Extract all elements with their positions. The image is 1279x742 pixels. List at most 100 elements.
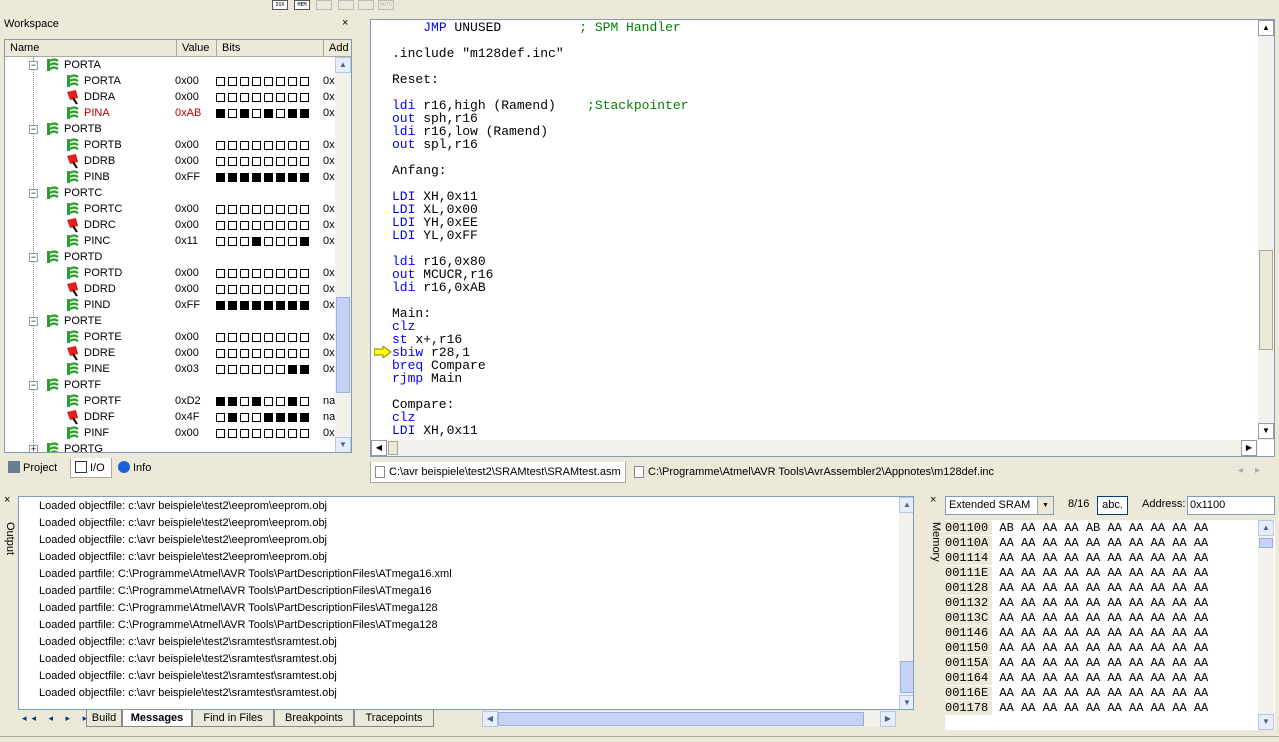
bit-checkbox[interactable] <box>264 141 273 150</box>
bit-checkbox[interactable] <box>288 221 297 230</box>
memory-width-toggle[interactable]: 8/16 <box>1068 498 1089 510</box>
bit-checkbox[interactable] <box>276 205 285 214</box>
bit-checkbox[interactable] <box>264 429 273 438</box>
bit-checkbox[interactable] <box>216 397 225 406</box>
bit-checkbox[interactable] <box>252 237 261 246</box>
bit-checkbox[interactable] <box>264 397 273 406</box>
bit-checkbox[interactable] <box>300 157 309 166</box>
tab-m128def-inc[interactable]: C:\Programme\Atmel\AVR Tools\AvrAssemble… <box>630 462 1000 483</box>
bit-checkbox[interactable] <box>276 285 285 294</box>
tab-find-in-files[interactable]: Find in Files <box>192 710 274 727</box>
bit-checkbox[interactable] <box>288 301 297 310</box>
bit-checkbox[interactable] <box>252 141 261 150</box>
bit-checkbox[interactable] <box>264 77 273 86</box>
io-register-portc[interactable]: PORTC 0x00 0x <box>5 201 335 217</box>
bit-checkbox[interactable] <box>228 157 237 166</box>
io-group-porte[interactable]: − PORTE <box>5 313 335 329</box>
io-register-ddrb[interactable]: DDRB 0x00 0x <box>5 153 335 169</box>
bit-checkbox[interactable] <box>240 333 249 342</box>
bit-checkbox[interactable] <box>216 109 225 118</box>
output-horizontal-scrollbar[interactable]: ◀ ▶ <box>482 711 896 727</box>
bit-checkbox[interactable] <box>240 205 249 214</box>
io-group-portd[interactable]: − PORTD <box>5 249 335 265</box>
bit-checkbox[interactable] <box>288 397 297 406</box>
bit-checkbox[interactable] <box>300 93 309 102</box>
io-register-ddrf[interactable]: DDRF 0x4F na <box>5 409 335 425</box>
bit-checkbox[interactable] <box>276 429 285 438</box>
bit-checkbox[interactable] <box>216 237 225 246</box>
bit-checkbox[interactable] <box>288 205 297 214</box>
bit-checkbox[interactable] <box>264 205 273 214</box>
tab-scroll-left-icon[interactable]: ◂ <box>1238 465 1243 476</box>
bit-checkbox[interactable] <box>228 429 237 438</box>
collapse-icon[interactable]: − <box>29 253 38 262</box>
bit-checkbox[interactable] <box>276 333 285 342</box>
bit-checkbox[interactable] <box>240 301 249 310</box>
memory-address-input[interactable]: 0x1100 <box>1187 496 1275 515</box>
tab-messages[interactable]: Messages <box>122 710 192 727</box>
bit-checkbox[interactable] <box>240 157 249 166</box>
io-register-portb[interactable]: PORTB 0x00 0x <box>5 137 335 153</box>
bit-checkbox[interactable] <box>240 221 249 230</box>
bit-checkbox[interactable] <box>228 205 237 214</box>
bit-checkbox[interactable] <box>288 413 297 422</box>
processor-icon[interactable] <box>316 0 332 10</box>
collapse-icon[interactable]: − <box>29 125 38 134</box>
bit-checkbox[interactable] <box>252 269 261 278</box>
io-register-portd[interactable]: PORTD 0x00 0x <box>5 265 335 281</box>
io-register-pinb[interactable]: PINB 0xFF 0x <box>5 169 335 185</box>
bit-checkbox[interactable] <box>252 77 261 86</box>
editor-scroll-down-icon[interactable]: ▼ <box>1258 423 1274 439</box>
io-group-portb[interactable]: − PORTB <box>5 121 335 137</box>
bit-checkbox[interactable] <box>240 349 249 358</box>
bit-checkbox[interactable] <box>216 301 225 310</box>
bit-checkbox[interactable] <box>252 349 261 358</box>
bit-checkbox[interactable] <box>240 365 249 374</box>
bit-checkbox[interactable] <box>240 285 249 294</box>
tab-breakpoints[interactable]: Breakpoints <box>274 710 354 727</box>
bit-checkbox[interactable] <box>276 157 285 166</box>
bit-checkbox[interactable] <box>240 237 249 246</box>
bit-checkbox[interactable] <box>252 157 261 166</box>
editor-scroll-thumb[interactable] <box>1259 250 1273 350</box>
bit-checkbox[interactable] <box>240 429 249 438</box>
bit-checkbox[interactable] <box>216 77 225 86</box>
bit-checkbox[interactable] <box>264 221 273 230</box>
bit-checkbox[interactable] <box>216 157 225 166</box>
bit-checkbox[interactable] <box>252 429 261 438</box>
bit-checkbox[interactable] <box>300 77 309 86</box>
bit-checkbox[interactable] <box>216 269 225 278</box>
bit-checkbox[interactable] <box>228 237 237 246</box>
tab-io[interactable]: I/O <box>70 458 112 478</box>
scroll-down-icon[interactable]: ▼ <box>335 437 351 452</box>
bit-checkbox[interactable] <box>264 269 273 278</box>
bit-checkbox[interactable] <box>288 365 297 374</box>
bit-checkbox[interactable] <box>228 301 237 310</box>
bit-checkbox[interactable] <box>252 365 261 374</box>
bit-checkbox[interactable] <box>216 141 225 150</box>
memory-dump[interactable]: 001100 AB AA AA AA AB AA AA AA AA AA 0011… <box>945 520 1275 730</box>
chevron-down-icon[interactable]: ▼ <box>1037 497 1053 514</box>
column-value[interactable]: Value <box>177 40 217 57</box>
bit-checkbox[interactable] <box>264 365 273 374</box>
bit-checkbox[interactable] <box>264 349 273 358</box>
bit-checkbox[interactable] <box>264 301 273 310</box>
memory-close-icon[interactable]: × <box>930 494 936 506</box>
io-register-portf[interactable]: PORTF 0xD2 na <box>5 393 335 409</box>
bit-checkbox[interactable] <box>288 77 297 86</box>
bit-checkbox[interactable] <box>252 285 261 294</box>
io-register-pina[interactable]: PINA 0xAB 0x <box>5 105 335 121</box>
bit-checkbox[interactable] <box>228 77 237 86</box>
bit-checkbox[interactable] <box>300 429 309 438</box>
column-bits[interactable]: Bits <box>217 40 324 57</box>
bit-checkbox[interactable] <box>288 429 297 438</box>
bit-checkbox[interactable] <box>228 365 237 374</box>
io-view-vertical-scrollbar[interactable]: ▲ ▼ <box>335 57 351 452</box>
tab-info[interactable]: Info <box>114 458 162 478</box>
bit-checkbox[interactable] <box>216 349 225 358</box>
bit-checkbox[interactable] <box>252 301 261 310</box>
io-register-porta[interactable]: PORTA 0x00 0x <box>5 73 335 89</box>
bit-checkbox[interactable] <box>288 109 297 118</box>
bit-checkbox[interactable] <box>228 173 237 182</box>
bit-checkbox[interactable] <box>252 413 261 422</box>
